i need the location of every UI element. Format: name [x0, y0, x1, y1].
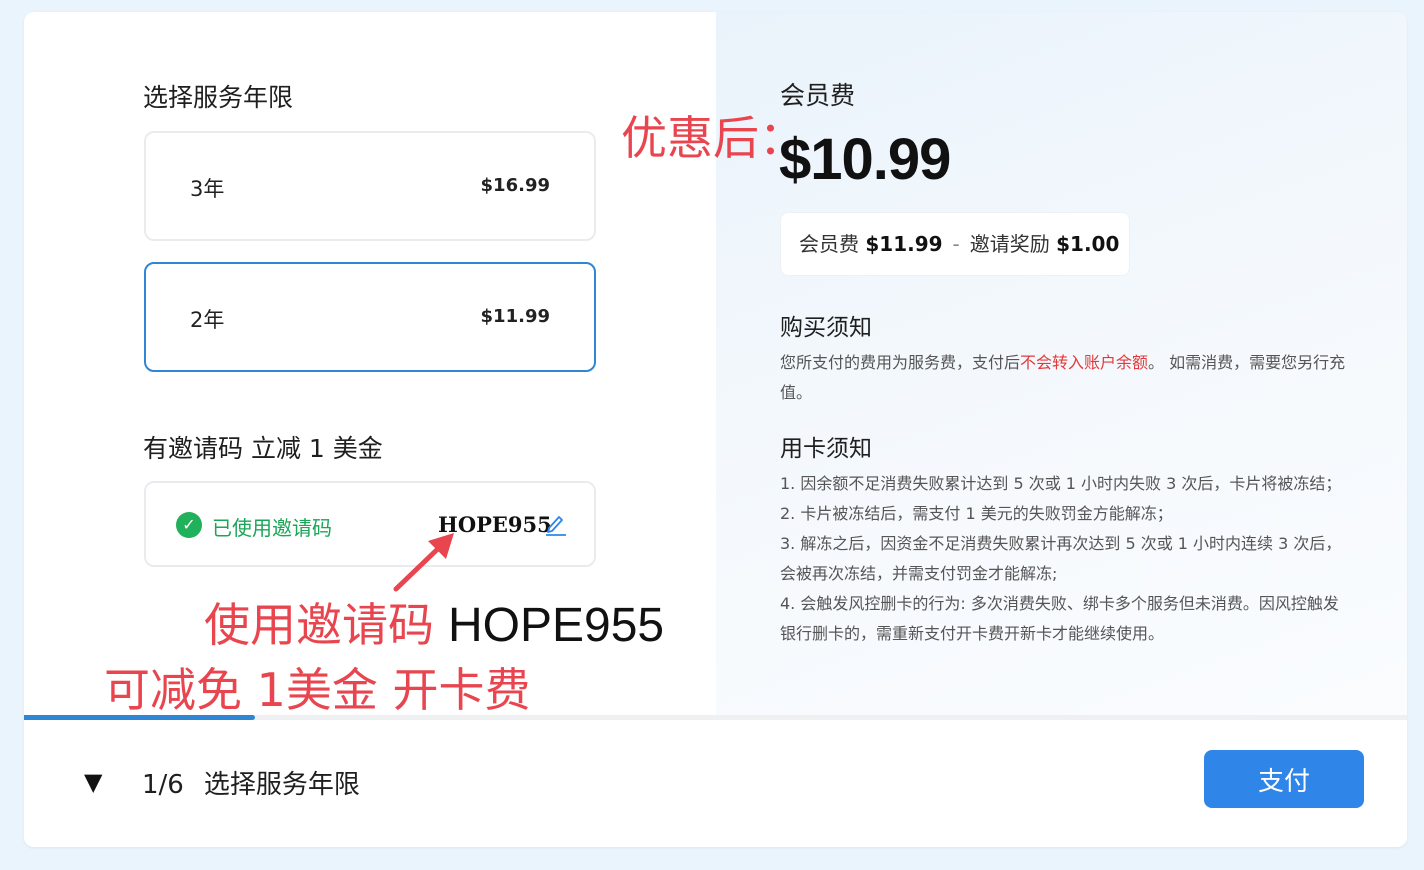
- invite-code-box: ✓ 已使用邀请码 HOPE955: [144, 481, 596, 567]
- duration-option-3-years[interactable]: 3年 $16.99: [144, 131, 596, 241]
- option-price: $16.99: [480, 175, 550, 196]
- step-indicator: 1/6 选择服务年限: [142, 764, 360, 801]
- purchase-notice-part: 您所支付的费用为服务费，支付后: [780, 353, 1021, 372]
- payment-card: 选择服务年限 3年 $16.99 2年 $11.99 有邀请码 立减 1 美金 …: [24, 12, 1407, 847]
- final-price: $10.99: [779, 127, 951, 192]
- invite-section-title: 有邀请码 立减 1 美金: [143, 434, 383, 463]
- invite-status-text: 已使用邀请码: [212, 516, 332, 540]
- purchase-notice-text: 您所支付的费用为服务费，支付后不会转入账户余额。 如需消费，需要您另行充值。: [780, 348, 1348, 408]
- breakdown-fee-label: 会员费: [799, 232, 859, 256]
- duration-section-title: 选择服务年限: [143, 83, 294, 112]
- edit-pencil-icon[interactable]: [544, 511, 568, 537]
- option-price: $11.99: [480, 306, 550, 327]
- card-notice-list: 1. 因余额不足消费失败累计达到 5 次或 1 小时内失败 3 次后，卡片将被冻…: [780, 469, 1348, 649]
- annotation-after-discount: 优惠后：: [621, 111, 805, 165]
- option-label: 2年: [190, 308, 225, 332]
- collapse-triangle-icon[interactable]: ▼: [84, 768, 102, 796]
- card-notice-title: 用卡须知: [780, 436, 872, 462]
- annotation-save-text: 可减免 1美金 开卡费: [104, 663, 531, 717]
- pay-button[interactable]: 支付: [1204, 750, 1364, 808]
- membership-fee-label: 会员费: [780, 81, 856, 110]
- annotation-use-code-value: HOPE955: [448, 599, 665, 652]
- card-notice-item: 4. 会触发风控删卡的行为: 多次消费失败、绑卡多个服务但未消费。因风控触发银行…: [780, 594, 1339, 643]
- annotation-arrow-icon: [393, 533, 454, 592]
- card-notice-item: 2. 卡片被冻结后，需支付 1 美元的失败罚金方能解冻；: [780, 504, 1173, 523]
- duration-option-2-years[interactable]: 2年 $11.99: [144, 262, 596, 372]
- price-breakdown: 会员费 $11.99- 邀请奖励 $1.00: [780, 212, 1130, 276]
- step-counter: 1/6: [142, 770, 184, 800]
- purchase-notice-title: 购买须知: [780, 315, 872, 341]
- breakdown-separator: -: [952, 232, 960, 256]
- breakdown-reward-label: 邀请奖励: [969, 232, 1050, 256]
- option-label: 3年: [190, 177, 225, 201]
- step-title: 选择服务年限: [203, 770, 360, 800]
- card-notice-item: 3. 解冻之后，因资金不足消费失败累计再次达到 5 次或 1 小时内连续 3 次…: [780, 534, 1342, 583]
- annotation-use-code: 使用邀请码 HOPE955: [204, 589, 664, 652]
- purchase-notice-highlight: 不会转入账户余额: [1020, 353, 1149, 372]
- footer-bar: ▼ 1/6 选择服务年限 支付: [24, 720, 1407, 847]
- check-circle-icon: ✓: [176, 512, 202, 538]
- breakdown-reward-amount: $1.00: [1056, 232, 1120, 256]
- card-notice-item: 1. 因余额不足消费失败累计达到 5 次或 1 小时内失败 3 次后，卡片将被冻…: [780, 474, 1342, 493]
- annotation-use-code-prefix: 使用邀请码: [204, 598, 434, 652]
- breakdown-fee-amount: $11.99: [865, 232, 943, 256]
